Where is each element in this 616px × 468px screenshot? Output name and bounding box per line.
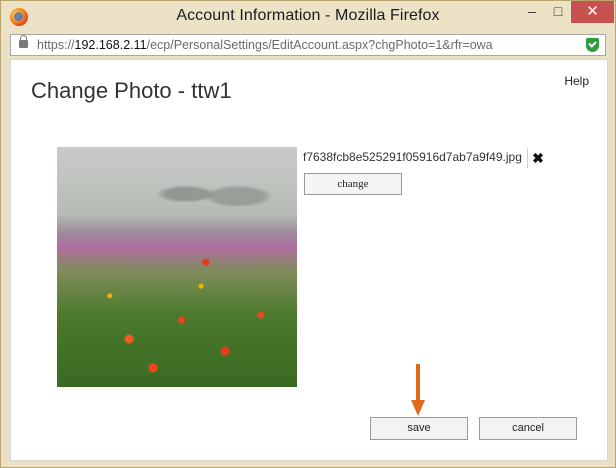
photo-trees	[147, 167, 277, 212]
profile-photo	[57, 147, 297, 387]
address-bar[interactable]: https://192.168.2.11/ecp/PersonalSetting…	[10, 34, 606, 56]
minimize-button[interactable]: –	[519, 1, 545, 23]
browser-window: Account Information - Mozilla Firefox – …	[0, 0, 616, 468]
close-window-button[interactable]: ✕	[571, 1, 614, 23]
maximize-button[interactable]: □	[545, 1, 571, 23]
photo-filename: f7638fcb8e525291f05916d7ab7a9f49.jpg	[303, 150, 522, 164]
url-text[interactable]: https://192.168.2.11/ecp/PersonalSetting…	[37, 38, 493, 52]
cancel-button[interactable]: cancel	[479, 417, 577, 440]
page-title: Change Photo - ttw1	[31, 78, 232, 103]
url-path: /ecp/PersonalSettings/EditAccount.aspx?c…	[146, 38, 493, 52]
help-link[interactable]: Help	[564, 74, 589, 88]
separator	[527, 148, 528, 168]
change-photo-button[interactable]: change	[304, 173, 402, 195]
page-content: Change Photo - ttw1 Help f7638fcb8e52529…	[10, 59, 608, 461]
lock-icon	[19, 35, 28, 48]
pointer-arrow-icon	[411, 364, 425, 416]
shield-icon[interactable]	[586, 38, 599, 52]
url-host: 192.168.2.11	[74, 38, 147, 52]
remove-photo-icon[interactable]: ✖	[531, 151, 545, 165]
save-button[interactable]: save	[370, 417, 468, 440]
url-scheme: https://	[37, 38, 75, 52]
title-bar[interactable]: Account Information - Mozilla Firefox – …	[1, 1, 615, 33]
